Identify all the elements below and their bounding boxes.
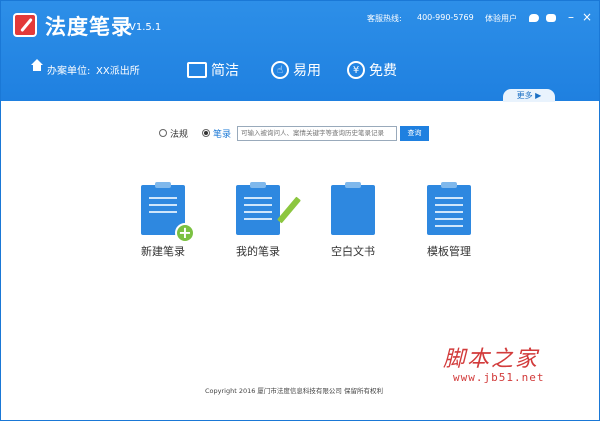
nav-free-label: 免费 bbox=[369, 63, 397, 79]
chat-icon[interactable] bbox=[529, 14, 539, 22]
nav-easy-label: 易用 bbox=[293, 63, 321, 79]
blank-document-icon bbox=[331, 182, 375, 235]
template-management-button[interactable]: 模板管理 bbox=[409, 182, 489, 259]
my-records-label: 我的笔录 bbox=[236, 245, 280, 258]
home-icon bbox=[31, 59, 43, 75]
blank-document-label: 空白文书 bbox=[331, 245, 375, 258]
hand-icon: ☝ bbox=[271, 61, 289, 79]
app-logo-icon bbox=[13, 13, 37, 37]
unit-value: XX派出所 bbox=[96, 66, 140, 77]
blank-document-button[interactable]: 空白文书 bbox=[313, 182, 393, 259]
pencil-icon bbox=[277, 196, 301, 224]
my-records-icon bbox=[236, 182, 301, 235]
more-tab[interactable]: 更多 ▶ bbox=[503, 89, 555, 102]
nav-free: ¥ 免费 bbox=[347, 59, 397, 81]
new-record-label: 新建笔录 bbox=[141, 245, 185, 258]
new-record-button[interactable]: + 新建笔录 bbox=[123, 182, 203, 259]
nav-simple: 简洁 bbox=[187, 59, 239, 81]
hotline-number: 400-990-5769 bbox=[417, 13, 474, 22]
plus-icon: + bbox=[175, 223, 195, 243]
template-management-label: 模板管理 bbox=[427, 245, 471, 258]
unit-label: 办案单位: bbox=[47, 66, 91, 77]
search-input[interactable] bbox=[237, 125, 398, 141]
watermark-url: www.jb51.net bbox=[453, 371, 545, 384]
radio-notes-label[interactable]: 笔录 bbox=[213, 127, 231, 140]
close-button[interactable]: × bbox=[581, 10, 593, 24]
radio-notes[interactable] bbox=[202, 129, 211, 137]
header-bar: 法度笔录 V1.5.1 客服热线: 400-990-5769 体验用户 – × … bbox=[1, 1, 599, 102]
nav-easy: ☝ 易用 bbox=[271, 59, 321, 81]
new-record-icon: + bbox=[141, 182, 195, 243]
trial-user-link[interactable]: 体验用户 bbox=[485, 13, 517, 24]
app-window: 法度笔录 V1.5.1 客服热线: 400-990-5769 体验用户 – × … bbox=[0, 0, 600, 421]
search-button[interactable]: 查询 bbox=[400, 125, 430, 141]
yen-icon: ¥ bbox=[347, 61, 365, 79]
nav-simple-label: 简洁 bbox=[211, 63, 239, 79]
search-row: 法规 笔录 查询 bbox=[159, 125, 430, 141]
template-management-icon bbox=[427, 182, 471, 235]
screen-icon bbox=[187, 62, 207, 78]
minimize-button[interactable]: – bbox=[565, 10, 577, 24]
copyright-text: Copyright 2016 厦门市法度信息科技有限公司 保留所有权利 bbox=[205, 387, 384, 395]
watermark-text: 脚本之家 bbox=[443, 347, 540, 372]
message-icon[interactable] bbox=[546, 14, 556, 22]
hotline-label: 客服热线: bbox=[367, 14, 402, 23]
my-records-button[interactable]: 我的笔录 bbox=[218, 182, 301, 259]
app-title: 法度笔录 bbox=[45, 15, 133, 39]
radio-law-label[interactable]: 法规 bbox=[170, 127, 188, 140]
radio-law[interactable] bbox=[159, 129, 167, 137]
app-version: V1.5.1 bbox=[129, 22, 162, 33]
